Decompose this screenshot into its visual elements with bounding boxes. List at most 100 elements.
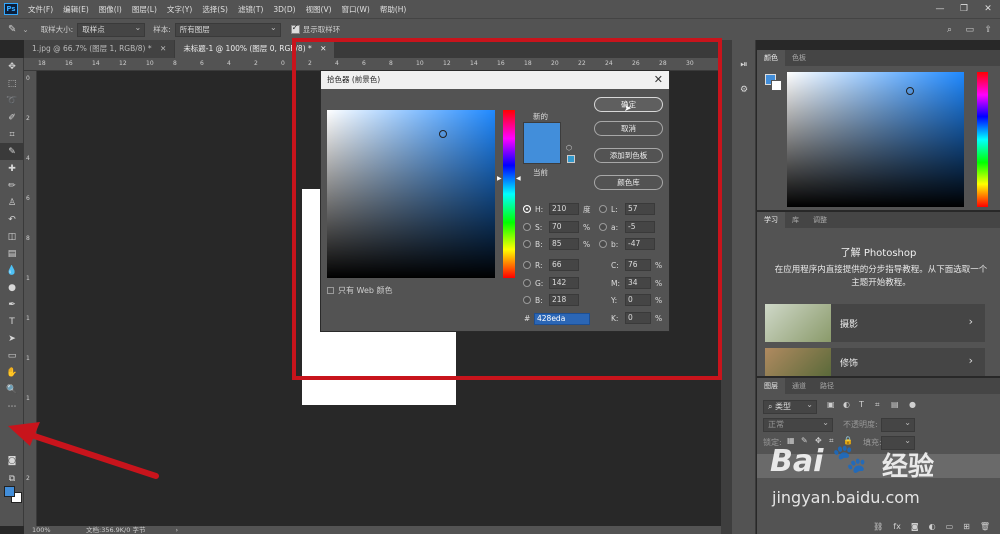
filter-shape-icon[interactable]: ⌗ bbox=[875, 400, 880, 410]
pen-tool-icon[interactable]: ✒ bbox=[0, 296, 24, 313]
history-panel-icon[interactable]: ⏯ bbox=[732, 56, 756, 73]
layer-filter-select[interactable]: ⌕ 类型 bbox=[763, 399, 817, 414]
learn-item-photography[interactable]: 摄影 › bbox=[765, 304, 985, 342]
menu-edit[interactable]: 编辑(E) bbox=[63, 4, 89, 15]
share-icon[interactable]: ⇪ bbox=[984, 25, 992, 35]
menu-select[interactable]: 选择(S) bbox=[202, 4, 228, 15]
menu-image[interactable]: 图像(I) bbox=[99, 4, 122, 15]
tab-channels[interactable]: 通道 bbox=[785, 381, 813, 391]
menu-view[interactable]: 视图(V) bbox=[306, 4, 332, 15]
filter-type-icon[interactable]: T bbox=[859, 400, 864, 409]
menu-layer[interactable]: 图层(L) bbox=[132, 4, 157, 15]
filter-pixel-icon[interactable]: ▣ bbox=[827, 400, 835, 409]
filter-smart-icon[interactable]: ▤ bbox=[891, 400, 899, 409]
ruler-tick-label: 14 bbox=[92, 60, 100, 67]
eraser-tool-icon[interactable]: ◫ bbox=[0, 228, 24, 245]
tab-learn[interactable]: 学习 bbox=[757, 212, 785, 228]
sample-size-select[interactable]: 取样点 bbox=[77, 22, 146, 37]
filter-label: 类型 bbox=[775, 402, 792, 411]
ruler-tick-label: 18 bbox=[38, 60, 46, 67]
quick-select-tool-icon[interactable]: ✐ bbox=[0, 109, 24, 126]
tab-close-icon[interactable]: ✕ bbox=[160, 44, 166, 53]
healing-brush-tool-icon[interactable]: ✚ bbox=[0, 160, 24, 177]
brush-tool-icon[interactable]: ✏ bbox=[0, 177, 24, 194]
path-select-tool-icon[interactable]: ➤ bbox=[0, 330, 24, 347]
document-info: 文档:356.9K/0 字节 bbox=[86, 526, 146, 534]
type-tool-icon[interactable]: T bbox=[0, 313, 24, 330]
adjustment-layer-icon[interactable]: ◐ bbox=[929, 522, 936, 534]
filter-toggle-icon[interactable]: ● bbox=[909, 400, 916, 409]
close-icon[interactable]: ✕ bbox=[976, 0, 1000, 18]
ruler-tick-label: 1 bbox=[26, 315, 30, 322]
options-bar: ✎ ⌄ 取样大小: 取样点 样本: 所有图层 显示取样环 ⌕ ▭ ⇪ bbox=[0, 18, 1000, 40]
clone-stamp-tool-icon[interactable]: ♙ bbox=[0, 194, 24, 211]
menu-filter[interactable]: 滤镜(T) bbox=[238, 4, 263, 15]
panel-background-swatch[interactable] bbox=[771, 80, 782, 91]
chevron-right-icon: › bbox=[968, 315, 973, 328]
color-field[interactable] bbox=[787, 72, 964, 207]
baidu-watermark: Bai 🐾 经验 jingyan.baidu.com bbox=[770, 440, 990, 520]
learn-item-retouch[interactable]: 修饰 › bbox=[765, 348, 985, 376]
search-icon[interactable]: ⌕ bbox=[947, 25, 952, 35]
new-group-icon[interactable]: ▭ bbox=[946, 522, 954, 534]
zoom-tool-icon[interactable]: 🔍 bbox=[0, 381, 24, 398]
sample-select[interactable]: 所有图层 bbox=[174, 22, 281, 37]
photography-thumbnail bbox=[765, 304, 831, 342]
tab-swatches[interactable]: 色板 bbox=[785, 53, 813, 63]
photoshop-logo-icon: Ps bbox=[4, 3, 18, 15]
history-brush-tool-icon[interactable]: ↶ bbox=[0, 211, 24, 228]
status-expand-icon[interactable]: › bbox=[175, 526, 178, 534]
delete-layer-icon[interactable]: 🗑 bbox=[980, 522, 990, 534]
ruler-tick-label: 6 bbox=[26, 195, 30, 202]
minimize-icon[interactable]: — bbox=[928, 0, 952, 18]
tab-color[interactable]: 颜色 bbox=[757, 50, 785, 66]
menu-window[interactable]: 窗口(W) bbox=[342, 4, 370, 15]
marquee-tool-icon[interactable]: ⬚ bbox=[0, 75, 24, 92]
menu-help[interactable]: 帮助(H) bbox=[380, 4, 407, 15]
hand-tool-icon[interactable]: ✋ bbox=[0, 364, 24, 381]
annotation-box bbox=[292, 38, 722, 380]
link-layers-icon[interactable]: ⛓ bbox=[873, 522, 883, 534]
new-layer-icon[interactable]: ⊞ bbox=[963, 522, 970, 534]
tab-layers[interactable]: 图层 bbox=[757, 378, 785, 394]
sample-size-label: 取样大小: bbox=[40, 25, 74, 34]
tab-libraries[interactable]: 库 bbox=[785, 215, 806, 225]
menu-file[interactable]: 文件(F) bbox=[28, 4, 53, 15]
dodge-tool-icon[interactable]: ● bbox=[0, 279, 24, 296]
move-tool-icon[interactable]: ✥ bbox=[0, 58, 24, 75]
learn-item-label: 修饰 bbox=[840, 359, 859, 369]
properties-panel-icon[interactable]: ⚙ bbox=[732, 81, 756, 98]
tab-adjustments[interactable]: 调整 bbox=[806, 215, 834, 225]
tab-document-1[interactable]: 1.jpg @ 66.7% (图层 1, RGB/8) * ✕ bbox=[24, 40, 175, 58]
maximize-icon[interactable]: ❐ bbox=[952, 0, 976, 18]
zoom-level[interactable]: 100% bbox=[32, 526, 74, 534]
annotation-arrow bbox=[8, 422, 159, 479]
gradient-tool-icon[interactable]: ▤ bbox=[0, 245, 24, 262]
workspace-icon[interactable]: ▭ bbox=[965, 25, 974, 35]
blend-mode-select[interactable]: 正常 bbox=[763, 417, 833, 432]
eyedropper-tool-icon[interactable]: ✎ bbox=[0, 143, 24, 160]
tab-paths[interactable]: 路径 bbox=[813, 381, 841, 391]
show-ring-checkbox[interactable] bbox=[290, 23, 300, 34]
status-bar: 100% 文档:356.9K/0 字节 › bbox=[24, 526, 721, 534]
watermark-brand-suffix: 经验 bbox=[882, 452, 935, 482]
ruler-tick-label: 8 bbox=[26, 235, 30, 242]
opacity-input[interactable] bbox=[881, 417, 915, 432]
menu-3d[interactable]: 3D(D) bbox=[273, 5, 295, 14]
paw-icon: 🐾 bbox=[832, 442, 867, 475]
ruler-tick-label: 1 bbox=[26, 355, 30, 362]
color-field-marker[interactable] bbox=[906, 87, 914, 95]
ruler-tick-label: 2 bbox=[254, 60, 258, 67]
filter-adjust-icon[interactable]: ◐ bbox=[843, 400, 850, 409]
layer-style-icon[interactable]: fx bbox=[893, 522, 901, 534]
eyedropper-tool-icon[interactable]: ✎ bbox=[8, 24, 16, 35]
rectangle-tool-icon[interactable]: ▭ bbox=[0, 347, 24, 364]
menu-type[interactable]: 文字(Y) bbox=[167, 4, 192, 15]
crop-tool-icon[interactable]: ⌗ bbox=[0, 126, 24, 143]
ruler-tick-label: 4 bbox=[26, 155, 30, 162]
tool-preset-chevron-icon[interactable]: ⌄ bbox=[22, 25, 28, 34]
hue-slider[interactable] bbox=[977, 72, 988, 207]
blur-tool-icon[interactable]: 💧 bbox=[0, 262, 24, 279]
lasso-tool-icon[interactable]: ➰ bbox=[0, 92, 24, 109]
add-mask-icon[interactable]: ◙ bbox=[911, 522, 919, 534]
